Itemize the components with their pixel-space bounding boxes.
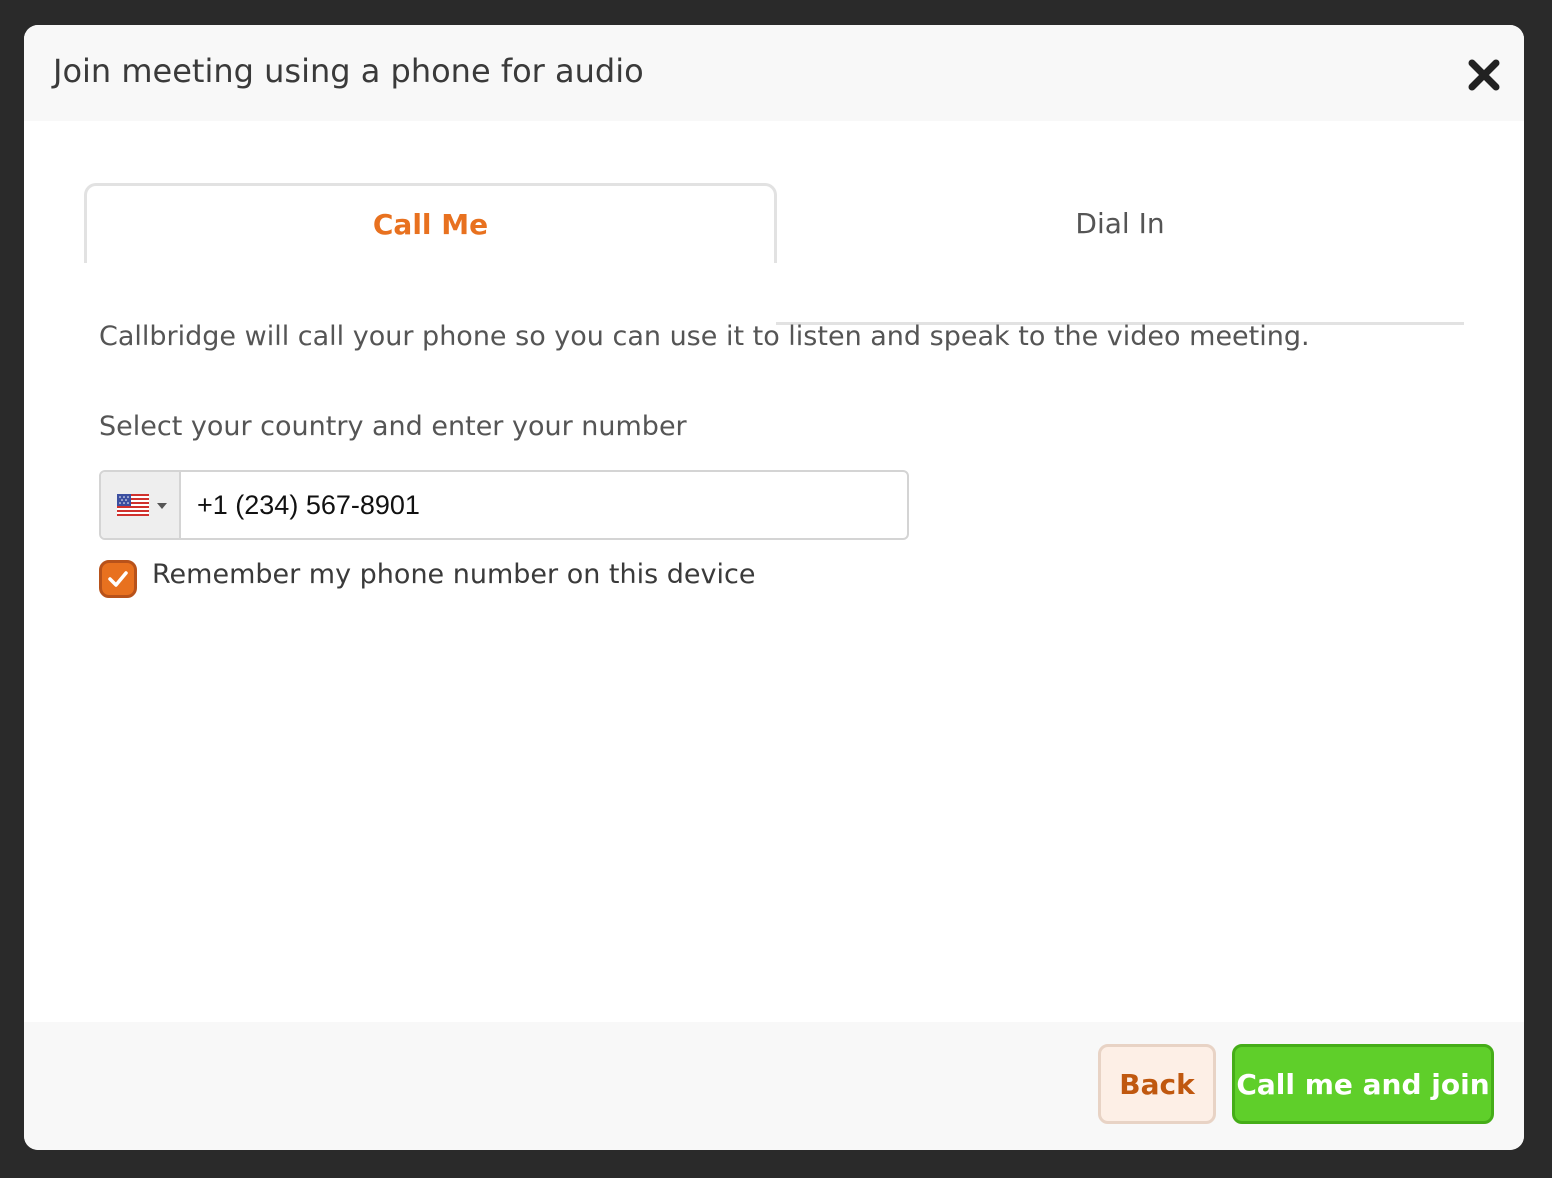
remember-label: Remember my phone number on this device [152,559,756,590]
call-me-and-join-button[interactable]: Call me and join [1232,1044,1494,1124]
join-audio-dialog: Join meeting using a phone for audio Cal… [24,25,1524,1150]
close-button[interactable] [1464,55,1504,95]
phone-field-label: Select your country and enter your numbe… [99,411,687,442]
remember-checkbox[interactable] [99,560,137,598]
tab-dial-in[interactable]: Dial In [776,183,1464,263]
tab-call-me[interactable]: Call Me [84,183,777,263]
phone-number-input[interactable] [181,472,907,538]
back-button[interactable]: Back [1098,1044,1216,1124]
phone-input-group [99,470,909,540]
country-select[interactable] [101,472,181,538]
close-icon [1468,59,1500,91]
chevron-down-icon [157,503,167,509]
dialog-title: Join meeting using a phone for audio [53,52,644,90]
dialog-body: Call Me Dial In Callbridge will call you… [24,121,1524,1022]
dialog-header: Join meeting using a phone for audio [24,25,1524,121]
us-flag-icon [117,494,149,516]
checkmark-icon [108,571,128,587]
dialog-footer: Back Call me and join [24,1022,1524,1150]
call-me-description: Callbridge will call your phone so you c… [99,321,1310,352]
audio-tabs: Call Me Dial In [84,183,1464,325]
